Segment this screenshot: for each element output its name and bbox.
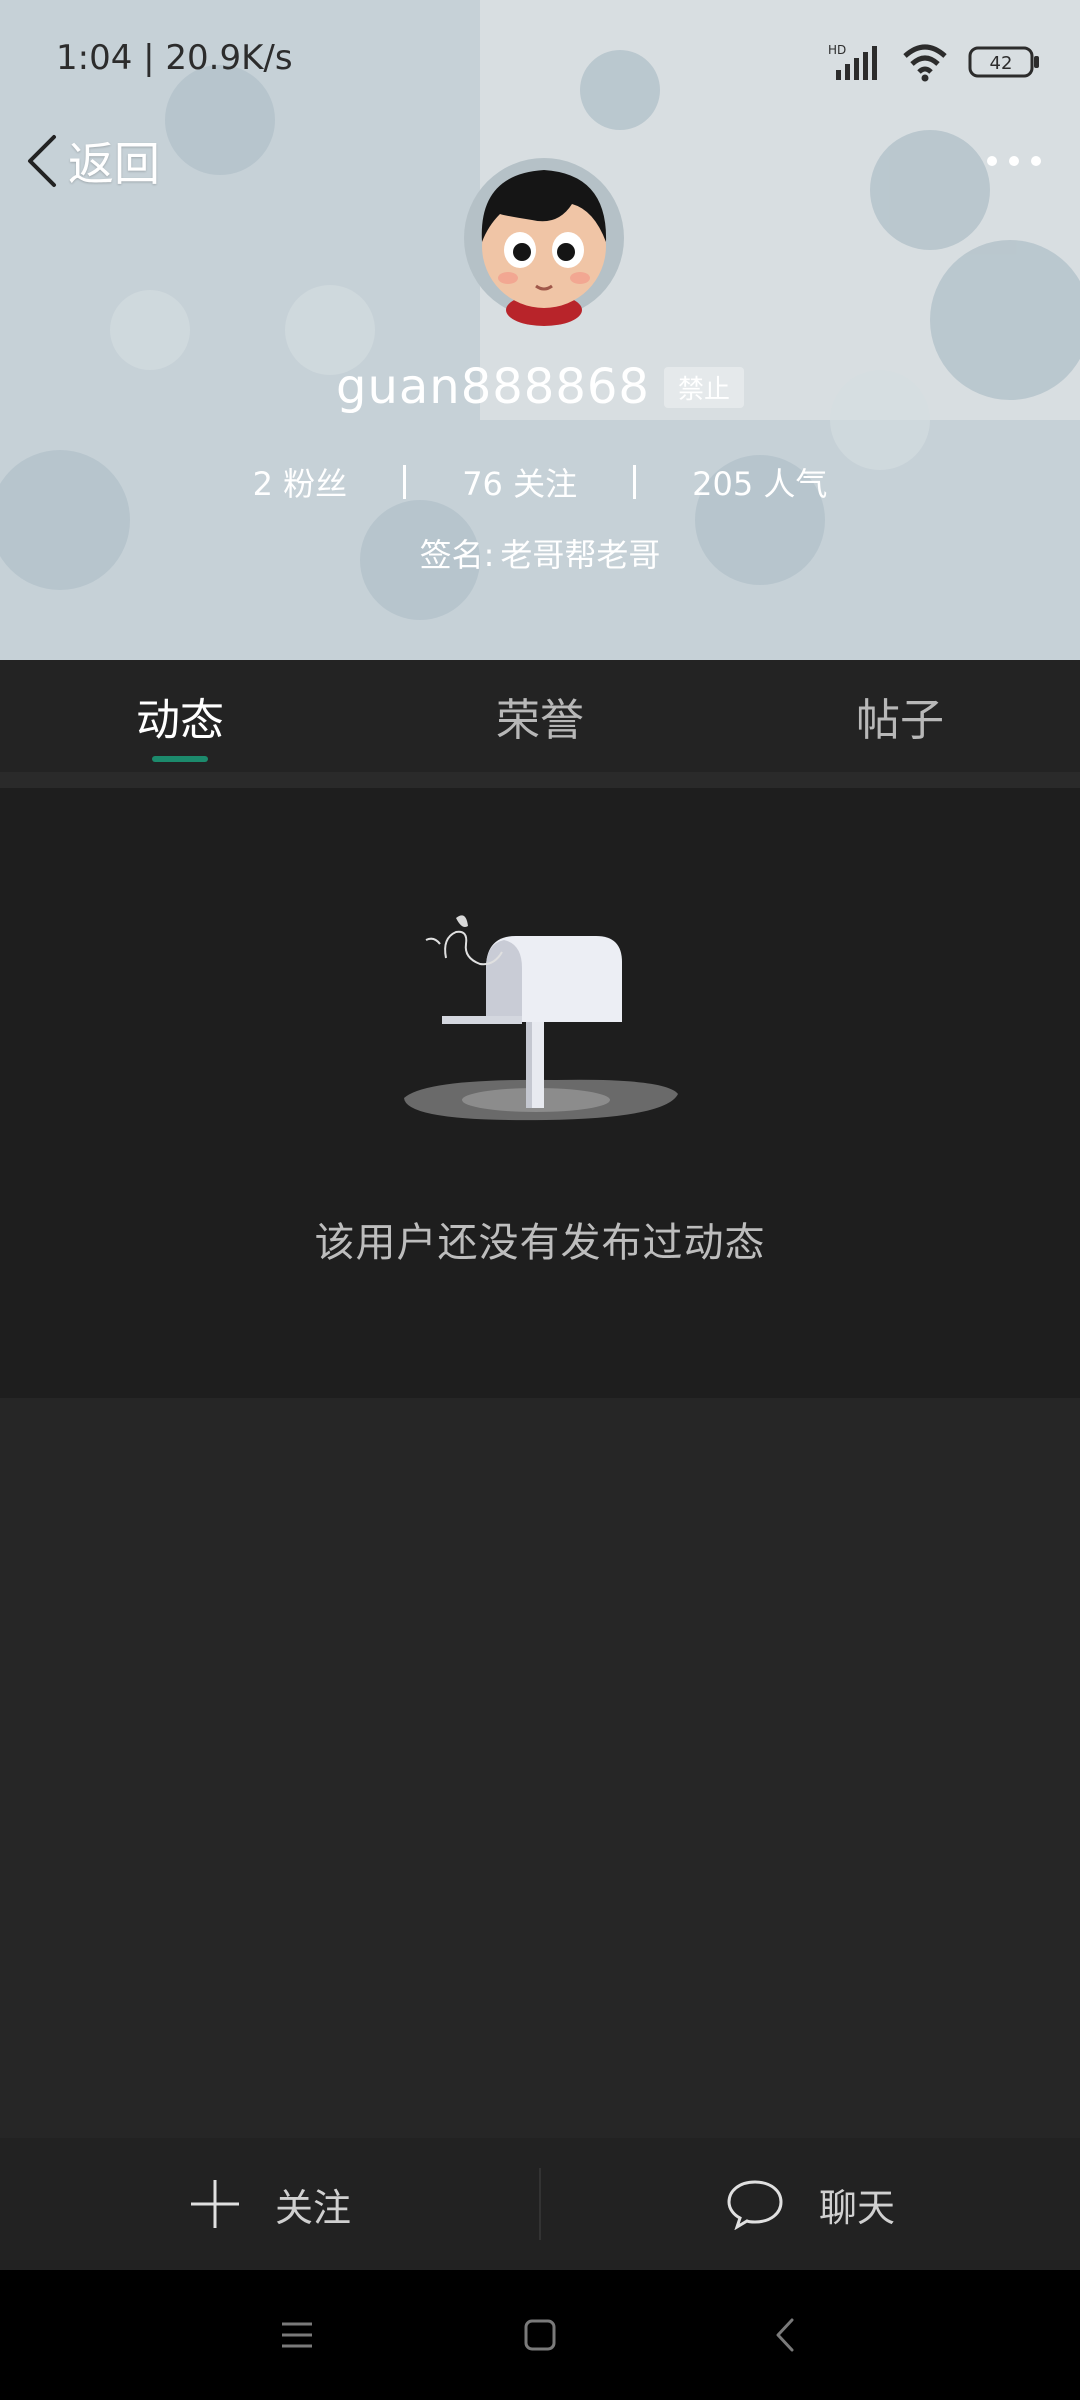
follow-label: 关注 [274,2185,351,2230]
username: guan888868 [336,359,650,415]
svg-text:42: 42 [990,53,1013,74]
signature: 签名: 老哥帮老哥 [0,530,1080,576]
follow-button[interactable]: 关注 [0,2138,540,2270]
chat-bubble-icon [727,2180,783,2230]
plus-icon [190,2180,239,2228]
svg-text:HD: HD [828,43,846,57]
tab-label: 帖子 [856,695,944,746]
home-icon[interactable] [515,2310,565,2360]
following-stat[interactable]: 76 关注 [406,459,633,505]
active-tab-indicator [152,756,208,762]
wifi-icon [903,44,947,82]
tab-dynamics[interactable]: 动态 [0,660,360,772]
status-icons: HD 42 [828,40,1040,84]
ban-badge: 禁止 [663,366,744,408]
tab-label: 动态 [136,695,224,746]
tab-honors[interactable]: 荣誉 [360,660,720,772]
back-label: 返回 [68,137,160,191]
system-nav-bar [0,2270,1080,2400]
empty-mailbox-icon [404,915,678,1121]
signature-text: 老哥帮老哥 [500,536,661,574]
empty-state-panel: 该用户还没有发布过动态 [0,788,1080,1398]
more-options-icon[interactable] [984,146,1044,176]
action-divider [539,2168,541,2240]
username-row: guan888868 禁止 [0,352,1080,422]
status-bar: 1:04 | 20.9K/s HD 42 [0,0,1080,120]
profile-header: 1:04 | 20.9K/s HD 42 返回 guan888868 禁止 2 … [0,0,1080,660]
followers-stat[interactable]: 2 粉丝 [197,459,404,505]
stats-row: 2 粉丝 76 关注 205 人气 [0,452,1080,512]
profile-tabs: 动态 荣誉 帖子 [0,660,1080,772]
tabs-separator [0,772,1080,788]
tab-posts[interactable]: 帖子 [720,660,1080,772]
chat-label: 聊天 [818,2185,895,2230]
empty-state-message: 该用户还没有发布过动态 [314,1220,766,1266]
bottom-action-bar: 关注 聊天 [0,2138,1080,2270]
back-nav-icon[interactable] [762,2310,812,2360]
signal-icon: HD [828,43,877,80]
back-button[interactable]: 返回 [22,126,160,196]
chat-button[interactable]: 聊天 [540,2138,1080,2270]
popularity-stat: 205 人气 [692,465,828,503]
battery-icon: 42 [968,46,1039,78]
chevron-left-icon [28,135,56,187]
status-time: 1:04 | 20.9K/s [56,38,293,78]
menu-icon[interactable] [272,2310,322,2360]
avatar[interactable] [462,150,626,326]
tab-label: 荣誉 [496,695,584,746]
signature-prefix: 签名: [419,536,495,574]
